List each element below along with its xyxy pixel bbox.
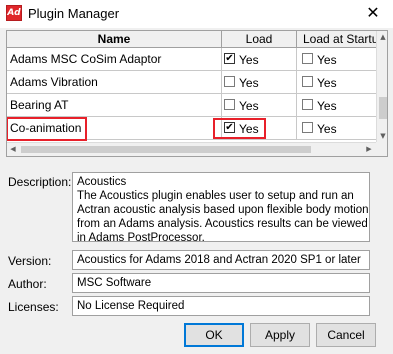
load-checkbox[interactable] [224,99,235,111]
load-checkbox[interactable] [224,76,235,88]
column-header-load-at-startup[interactable]: Load at Startup [297,31,376,48]
author-label: Author: [8,277,47,291]
load-at-startup-label: Yes [317,75,337,90]
load-checkbox-label: Yes [239,75,259,90]
scroll-down-arrow-icon[interactable]: ▼ [377,130,387,142]
vertical-scrollbar[interactable]: ▲ ▼ [376,31,387,142]
plugin-table: Name Load Load at Startup Adams MSC CoSi… [6,30,388,157]
table-row[interactable]: Adams MSC CoSim Adaptor ✔ Yes Yes [7,48,376,71]
licenses-label: Licenses: [8,300,59,314]
ok-button[interactable]: OK [184,323,244,347]
load-at-startup-checkbox[interactable] [302,76,313,88]
load-checkbox-label: Yes [239,52,259,67]
startup-cell: Yes [297,117,376,140]
window-title: Plugin Manager [28,6,120,21]
plugin-name[interactable]: Adams Vibration [7,71,222,94]
description-line: Acoustics [77,176,127,188]
highlight-box-name [7,117,87,141]
scroll-up-arrow-icon[interactable]: ▲ [377,31,387,43]
load-cell: Yes [222,94,297,117]
table-header: Name Load Load at Startup [7,31,376,48]
load-at-startup-checkbox[interactable] [302,122,313,134]
description-label: Description: [8,175,72,189]
title-bar: Ad Plugin Manager ✕ [0,0,393,28]
adams-app-icon: Ad [6,5,22,21]
load-at-startup-label: Yes [317,52,337,67]
load-at-startup-checkbox[interactable] [302,99,313,111]
load-cell: ✔ Yes [222,48,297,71]
startup-cell: Yes [297,48,376,71]
startup-cell: Yes [297,71,376,94]
highlight-box-load [213,118,266,139]
description-line: Actran acoustic analysis based upon flex… [77,204,369,216]
column-header-load[interactable]: Load [222,31,297,48]
description-textbox[interactable]: Acoustics The Acoustics plugin enables u… [72,172,370,244]
horizontal-scroll-thumb[interactable] [21,146,311,153]
description-line: in Adams PostProcessor. [77,232,205,244]
version-field[interactable]: Acoustics for Adams 2018 and Actran 2020… [72,250,370,270]
version-label: Version: [8,254,52,268]
licenses-field[interactable]: No License Required [72,296,370,316]
load-at-startup-label: Yes [317,121,337,136]
plugin-name[interactable]: Adams MSC CoSim Adaptor [7,48,222,71]
load-at-startup-checkbox[interactable] [302,53,313,65]
description-line: The Acoustics plugin enables user to set… [77,190,354,202]
apply-button[interactable]: Apply [250,323,310,347]
column-header-name[interactable]: Name [7,31,222,48]
vertical-scroll-thumb[interactable] [379,97,387,119]
load-checkbox-label: Yes [239,98,259,113]
description-line: from an Adams analysis. Acoustics result… [77,218,368,230]
load-cell: Yes [222,71,297,94]
cancel-button[interactable]: Cancel [316,323,376,347]
horizontal-scrollbar[interactable]: ◀ ▶ [7,142,376,156]
author-field[interactable]: MSC Software [72,273,370,293]
plugin-name[interactable]: Bearing AT [7,94,222,117]
load-checkbox[interactable]: ✔ [224,53,235,65]
scrollbar-corner [376,142,387,156]
scroll-left-arrow-icon[interactable]: ◀ [7,143,19,156]
startup-cell: Yes [297,94,376,117]
table-row[interactable]: Adams Vibration Yes Yes [7,71,376,94]
table-row[interactable]: Bearing AT Yes Yes [7,94,376,117]
close-icon[interactable]: ✕ [363,3,383,23]
scroll-right-arrow-icon[interactable]: ▶ [363,143,375,156]
load-at-startup-label: Yes [317,98,337,113]
